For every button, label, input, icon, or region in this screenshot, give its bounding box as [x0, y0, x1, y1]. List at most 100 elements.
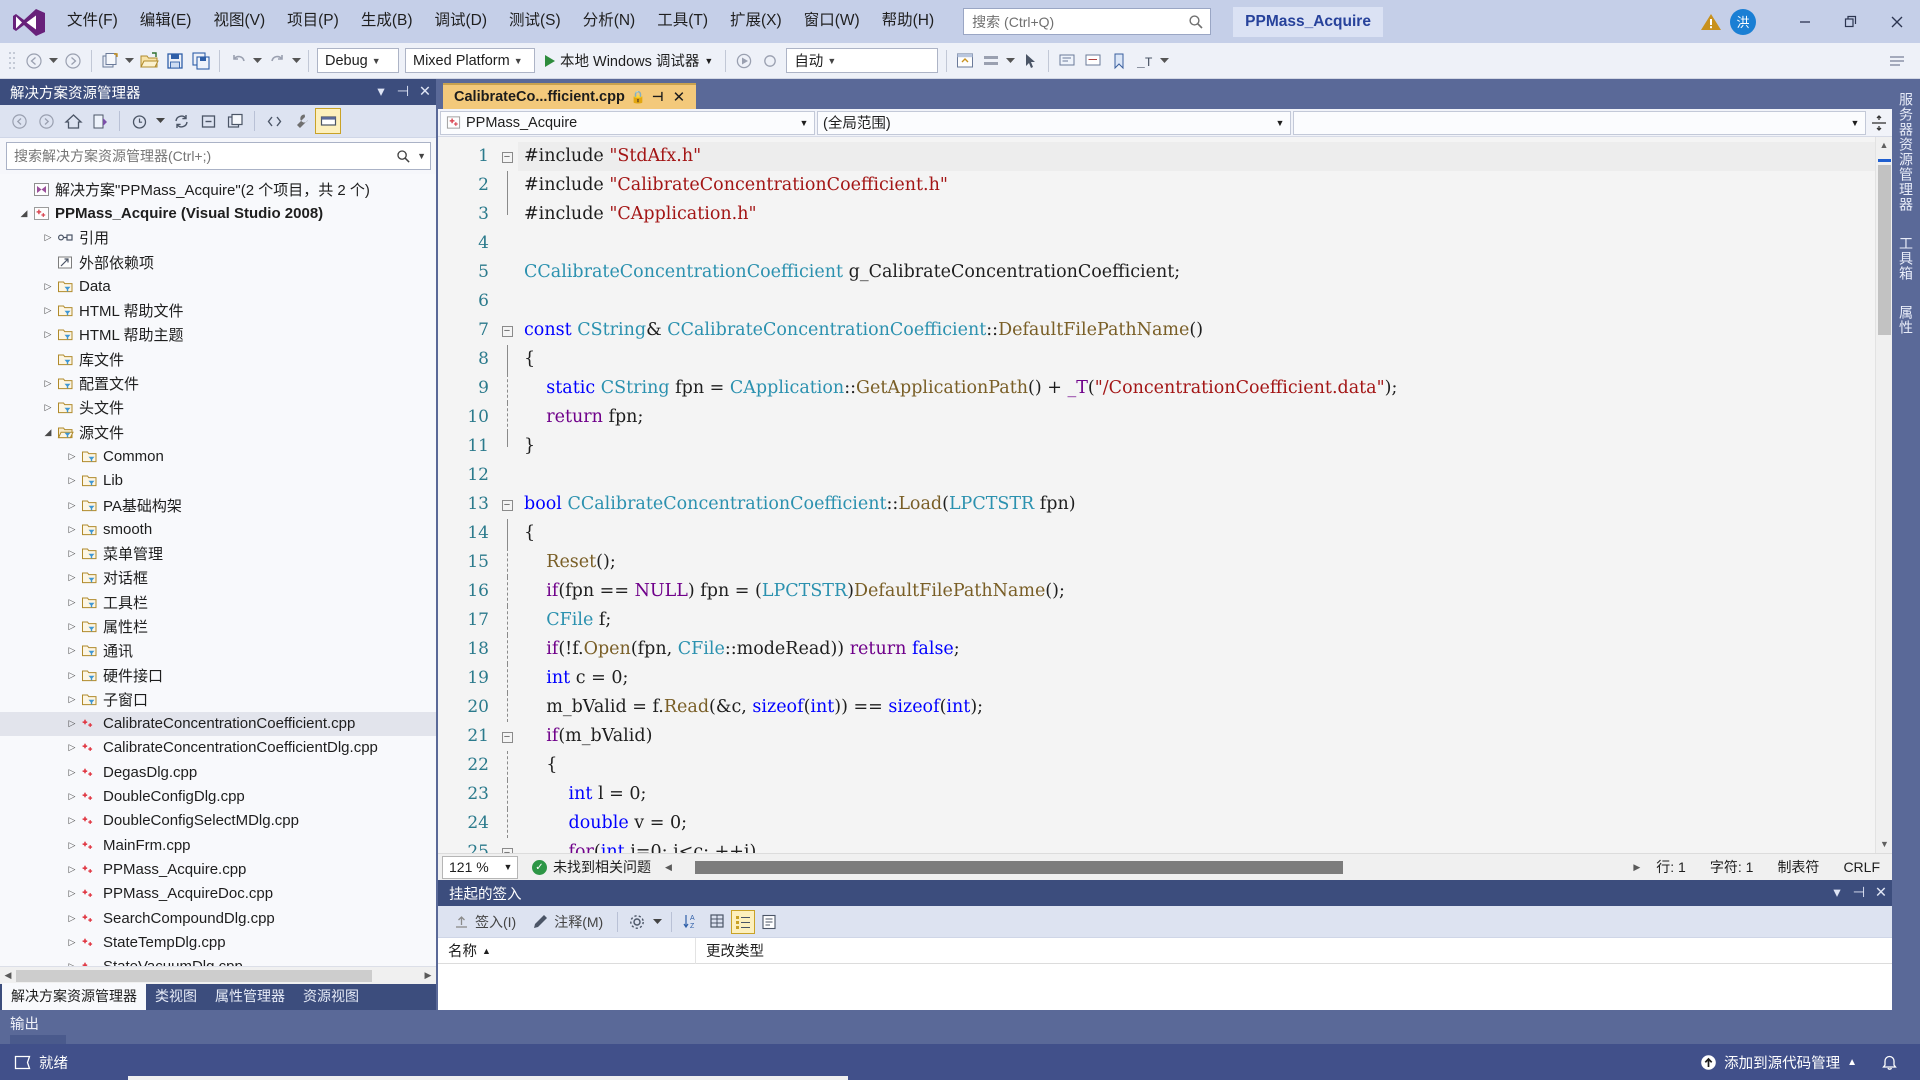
code-line-13[interactable]: bool CCalibrateConcentrationCoefficient:…	[518, 490, 1875, 519]
open-file-button[interactable]	[136, 48, 162, 74]
new-project-button[interactable]	[97, 48, 123, 74]
collapsed-chevron-icon[interactable]: ▷	[64, 548, 80, 559]
solution-explorer-tabs[interactable]: 解决方案资源管理器 类视图 属性管理器 资源视图	[0, 983, 436, 1010]
redo-dropdown[interactable]	[290, 48, 303, 74]
close-button[interactable]	[1874, 0, 1920, 43]
code-line-3[interactable]: #include "CApplication.h"	[518, 200, 1875, 229]
pending-changes-list[interactable]	[438, 964, 1892, 1010]
se-tab-1[interactable]: 类视图	[146, 983, 206, 1010]
menu-project[interactable]: 项目(P)	[276, 7, 350, 36]
checkin-button[interactable]: 签入(I)	[446, 910, 523, 934]
code-line-22[interactable]: {	[518, 751, 1875, 780]
column-header-name[interactable]: 名称 ▲	[438, 937, 696, 964]
snippet-dropdown[interactable]	[1158, 48, 1171, 74]
list-view-button[interactable]	[731, 909, 756, 934]
navigate-forward-button[interactable]	[60, 48, 86, 74]
code-line-15[interactable]: Reset();	[518, 548, 1875, 577]
save-button[interactable]	[162, 48, 188, 74]
undo-dropdown[interactable]	[251, 48, 264, 74]
add-to-source-control-button[interactable]: 添加到源代码管理 ▲	[1692, 1048, 1865, 1077]
panel-close-button[interactable]: ✕	[414, 80, 436, 104]
output-panel-strip[interactable]: 输出	[0, 1010, 1920, 1044]
scroll-left-icon[interactable]: ◀	[661, 862, 676, 873]
editor-vertical-scrollbar[interactable]: ▲ ▼	[1875, 137, 1892, 853]
scroll-right-icon[interactable]: ▶	[420, 970, 436, 981]
close-icon[interactable]: ✕	[670, 88, 689, 106]
debug-target-combo[interactable]: 自动 ▼	[786, 48, 939, 73]
se-forward-button[interactable]	[33, 108, 59, 134]
tree-item-mainfrm-cpp[interactable]: ▷ MainFrm.cpp	[0, 833, 436, 857]
output-tab-label[interactable]: 输出	[10, 1010, 39, 1034]
tree-item-common[interactable]: ▷ Common	[0, 444, 436, 468]
code-line-9[interactable]: static CString fpn = CApplication::GetAp…	[518, 374, 1875, 403]
minimize-button[interactable]	[1782, 0, 1828, 43]
se-tab-0[interactable]: 解决方案资源管理器	[2, 983, 146, 1010]
quick-search-box[interactable]: 搜索 (Ctrl+Q)	[963, 8, 1212, 35]
collapsed-chevron-icon[interactable]: ▷	[64, 500, 80, 511]
se-preview-selected-items-button[interactable]	[315, 108, 341, 134]
editor-horizontal-scrollbar[interactable]: ◀ ▶	[661, 854, 1644, 881]
restore-button[interactable]	[1828, 0, 1874, 43]
tree-item-[interactable]: ▷ 属性栏	[0, 614, 436, 638]
pending-close-button[interactable]: ✕	[1870, 881, 1892, 905]
avatar[interactable]: 洪	[1730, 8, 1756, 35]
solution-tree-hscrollbar[interactable]: ◀ ▶	[0, 966, 436, 984]
toolbar-grip-icon[interactable]	[8, 50, 17, 72]
tree-item-[interactable]: ▷ 硬件接口	[0, 663, 436, 687]
main-menu[interactable]: 文件(F) 编辑(E) 视图(V) 项目(P) 生成(B) 调试(D) 测试(S…	[56, 7, 945, 36]
tree-item-ppmass-acquiredoc-cpp[interactable]: ▷ PPMass_AcquireDoc.cpp	[0, 882, 436, 906]
collapsed-chevron-icon[interactable]: ▷	[64, 913, 80, 924]
tree-item-ppmass-acquire-2-2[interactable]: 解决方案"PPMass_Acquire"(2 个项目，共 2 个)	[0, 177, 436, 201]
menu-view[interactable]: 视图(V)	[202, 7, 276, 36]
code-line-11[interactable]: }	[518, 432, 1875, 461]
collapsed-chevron-icon[interactable]: ▷	[64, 815, 80, 826]
tree-item-ppmass-acquire-visual-studio-2008[interactable]: ◢ PPMass_Acquire (Visual Studio 2008)	[0, 201, 436, 225]
tree-item-lib[interactable]: ▷ Lib	[0, 469, 436, 493]
code-line-21[interactable]: if(m_bValid)	[518, 722, 1875, 751]
tree-item-data[interactable]: ▷ Data	[0, 274, 436, 298]
code-line-1[interactable]: #include "StdAfx.h"	[518, 142, 1875, 171]
notifications-button[interactable]	[1873, 1049, 1906, 1075]
split-editor-button[interactable]	[1868, 114, 1890, 131]
code-line-16[interactable]: if(fpn == NULL) fpn = (LPCTSTR)DefaultFi…	[518, 577, 1875, 606]
right-tab-0[interactable]: 服务器资源管理器	[1891, 85, 1920, 219]
breakpoint-dropdown[interactable]	[1004, 48, 1017, 74]
solution-platform-combo[interactable]: Mixed Platform ▼	[405, 48, 535, 73]
tree-item-[interactable]: ▷ 配置文件	[0, 371, 436, 395]
fold-collapse-button[interactable]: −	[496, 722, 518, 751]
tree-item-html[interactable]: ▷ HTML 帮助文件	[0, 298, 436, 322]
tree-item-doubleconfigselectmdlg-cpp[interactable]: ▷ DoubleConfigSelectMDlg.cpp	[0, 809, 436, 833]
collapsed-chevron-icon[interactable]: ▷	[64, 645, 80, 656]
menu-analyze[interactable]: 分析(N)	[572, 7, 647, 36]
tree-item-[interactable]: ▷ 工具栏	[0, 590, 436, 614]
code-line-14[interactable]: {	[518, 519, 1875, 548]
sort-az-button[interactable]: A Z	[679, 910, 703, 934]
collapsed-chevron-icon[interactable]: ▷	[64, 451, 80, 462]
se-view-code-button[interactable]	[261, 108, 287, 134]
menu-test[interactable]: 测试(S)	[498, 7, 572, 36]
right-tab-2[interactable]: 属性	[1891, 298, 1920, 342]
tree-item-calibrateconcentrationcoefficientdlg-cpp[interactable]: ▷ CalibrateConcentrationCoefficientDlg.cp…	[0, 736, 436, 760]
se-sync-with-active-doc-button[interactable]	[87, 108, 113, 134]
code-line-5[interactable]: CCalibrateConcentrationCoefficient g_Cal…	[518, 258, 1875, 287]
collapsed-chevron-icon[interactable]: ▷	[64, 524, 80, 535]
tree-item-[interactable]: ▷ 对话框	[0, 566, 436, 590]
code-text-area[interactable]: #include "StdAfx.h" #include "CalibrateCo…	[518, 137, 1875, 853]
stop-button[interactable]	[757, 48, 783, 74]
menu-help[interactable]: 帮助(H)	[871, 7, 946, 36]
fold-collapse-button[interactable]: −	[496, 490, 518, 519]
code-line-2[interactable]: #include "CalibrateConcentrationCoeffici…	[518, 171, 1875, 200]
group-button[interactable]	[705, 910, 729, 934]
panel-menu-button[interactable]: ▾	[370, 80, 392, 104]
editor-zoom-combo[interactable]: 121 % ▼	[442, 855, 518, 879]
code-folding-gutter[interactable]: − − − − −	[496, 137, 518, 853]
collapsed-chevron-icon[interactable]: ▷	[64, 888, 80, 899]
collapsed-chevron-icon[interactable]: ▷	[64, 718, 80, 729]
navigate-back-button[interactable]	[21, 48, 47, 74]
tree-item-[interactable]: 外部依赖项	[0, 250, 436, 274]
collapsed-chevron-icon[interactable]: ▷	[64, 572, 80, 583]
comment-button[interactable]: 注释(M)	[525, 910, 610, 934]
se-pending-changes-filter-button[interactable]	[126, 108, 152, 134]
code-editor[interactable]: 1 2 3 4 5 6 7 8 9 10 11 12 13 14 15 16 17 18 19 20 21 22 23 24 2…	[438, 137, 1892, 853]
hscroll-track[interactable]	[16, 968, 420, 983]
